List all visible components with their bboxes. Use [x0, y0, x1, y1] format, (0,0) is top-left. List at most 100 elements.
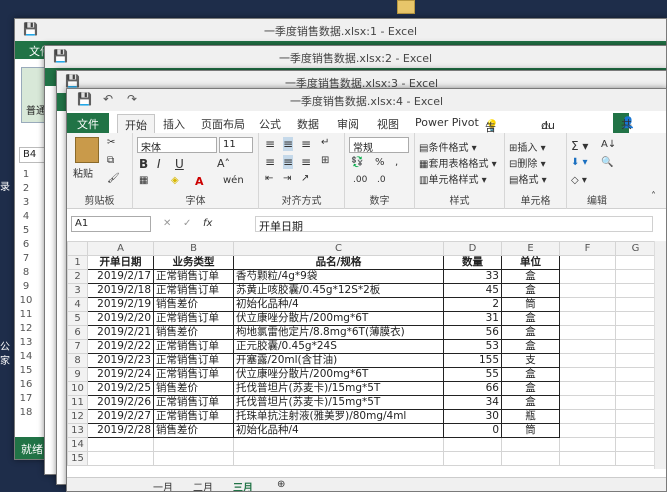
row-header[interactable]: 10	[68, 382, 88, 396]
cell[interactable]: 2019/2/22	[88, 340, 154, 354]
row-header[interactable]: 14	[68, 438, 88, 452]
cancel-icon[interactable]: ✕	[163, 218, 171, 229]
empty-cell[interactable]	[560, 340, 616, 354]
row-header[interactable]: 16	[15, 379, 37, 393]
format-as-table-button[interactable]: ▦套用表格格式 ▾	[419, 155, 497, 170]
column-header[interactable]: G	[616, 242, 656, 256]
cell[interactable]: 正常销售订单	[154, 396, 234, 410]
row-header[interactable]: 2	[15, 183, 37, 197]
cell[interactable]: 66	[444, 382, 502, 396]
cell[interactable]: 正常销售订单	[154, 312, 234, 326]
collapse-ribbon-icon[interactable]: ˄	[651, 191, 656, 202]
function-icon[interactable]: fx	[203, 218, 212, 229]
insert-cells-button[interactable]: ⊞插入 ▾	[509, 139, 546, 154]
font-size-select[interactable]: 11	[219, 137, 253, 153]
tab-file[interactable]: 文件	[67, 113, 109, 133]
folder-icon[interactable]	[397, 0, 415, 14]
tab-data[interactable]: 数据	[297, 116, 319, 132]
row-header[interactable]: 17	[15, 393, 37, 407]
row-header[interactable]: 11	[15, 309, 37, 323]
cell[interactable]: 瓶	[502, 410, 560, 424]
tab-page-layout[interactable]: 页面布局	[201, 116, 245, 132]
row-header[interactable]: 9	[15, 281, 37, 295]
empty-cell[interactable]	[154, 438, 234, 452]
worksheet-grid[interactable]: ABCDEFG 1开单日期业务类型品名/规格数量单位22019/2/17正常销售…	[67, 241, 661, 466]
empty-cell[interactable]	[560, 354, 616, 368]
column-header[interactable]: F	[560, 242, 616, 256]
empty-cell[interactable]	[616, 354, 656, 368]
header-cell[interactable]: 业务类型	[154, 256, 234, 270]
empty-cell[interactable]	[616, 424, 656, 438]
empty-cell[interactable]	[444, 438, 502, 452]
cell[interactable]: 筒	[502, 424, 560, 438]
row-header[interactable]: 10	[15, 295, 37, 309]
row-header[interactable]: 6	[68, 326, 88, 340]
cell[interactable]: 2019/2/27	[88, 410, 154, 424]
format-cells-button[interactable]: ▤格式 ▾	[509, 171, 547, 186]
cell[interactable]: 盒	[502, 396, 560, 410]
clear-icon[interactable]: ◇ ▾	[571, 175, 587, 186]
cell[interactable]: 45	[444, 284, 502, 298]
sort-filter-icon[interactable]: A↓	[601, 139, 616, 150]
cell[interactable]: 34	[444, 396, 502, 410]
paste-icon[interactable]	[75, 137, 99, 163]
name-box[interactable]: A1	[71, 216, 151, 232]
cell[interactable]: 31	[444, 312, 502, 326]
cell[interactable]: 盒	[502, 382, 560, 396]
tab-power-pivot[interactable]: Power Pivot	[415, 116, 479, 129]
column-header[interactable]: D	[444, 242, 502, 256]
cell[interactable]: 托伐普坦片(苏麦卡)/15mg*5T	[234, 382, 444, 396]
cell[interactable]: 伏立康唑分散片/200mg*6T	[234, 312, 444, 326]
align-left-icon[interactable]: ≡	[265, 155, 275, 169]
cell[interactable]: 正常销售订单	[154, 410, 234, 424]
sheet-tab-march[interactable]: 三月	[233, 479, 253, 492]
row-header[interactable]: 3	[15, 197, 37, 211]
row-header[interactable]: 12	[15, 323, 37, 337]
empty-cell[interactable]	[616, 312, 656, 326]
cell[interactable]: 2019/2/17	[88, 270, 154, 284]
empty-cell[interactable]	[444, 452, 502, 466]
empty-cell[interactable]	[560, 326, 616, 340]
empty-cell[interactable]	[616, 270, 656, 284]
cell[interactable]: 初始化品种/4	[234, 424, 444, 438]
cell[interactable]: 33	[444, 270, 502, 284]
comma-icon[interactable]: ,	[395, 157, 398, 168]
orientation-icon[interactable]: ↗	[301, 173, 309, 184]
cell[interactable]: 正常销售订单	[154, 284, 234, 298]
empty-cell[interactable]	[234, 438, 444, 452]
cell[interactable]: 正常销售订单	[154, 368, 234, 382]
font-grow-icon[interactable]: A˄	[217, 157, 230, 170]
header-cell[interactable]: 品名/规格	[234, 256, 444, 270]
cell[interactable]: 53	[444, 340, 502, 354]
empty-cell[interactable]	[234, 452, 444, 466]
indent-increase-icon[interactable]: ⇥	[283, 173, 291, 184]
row-header[interactable]: 6	[15, 239, 37, 253]
title-bar[interactable]: 💾 ↶ ↷ 一季度销售数据.xlsx:4 - Excel	[67, 89, 666, 111]
cell[interactable]: 2019/2/23	[88, 354, 154, 368]
cell[interactable]: 托珠单抗注射液(雅美罗)/80mg/4ml	[234, 410, 444, 424]
cut-icon[interactable]: ✂	[107, 137, 115, 148]
row-header[interactable]: 3	[68, 284, 88, 298]
empty-cell[interactable]	[502, 438, 560, 452]
row-header[interactable]: 18	[15, 407, 37, 421]
cell[interactable]: 2019/2/25	[88, 382, 154, 396]
empty-cell[interactable]	[560, 410, 616, 424]
cell[interactable]: 2019/2/19	[88, 298, 154, 312]
empty-cell[interactable]	[502, 452, 560, 466]
row-header[interactable]: 1	[68, 256, 88, 270]
tab-home[interactable]: 开始	[117, 114, 155, 133]
row-header[interactable]: 11	[68, 396, 88, 410]
header-cell[interactable]: 开单日期	[88, 256, 154, 270]
cell[interactable]: 香芍颗粒/4g*9袋	[234, 270, 444, 284]
empty-cell[interactable]	[616, 284, 656, 298]
row-header[interactable]: 15	[15, 365, 37, 379]
align-middle-icon[interactable]: ≡	[283, 137, 293, 151]
row-header[interactable]: 14	[15, 351, 37, 365]
cell[interactable]: 枸地氯雷他定片/8.8mg*6T(薄膜衣)	[234, 326, 444, 340]
empty-cell[interactable]	[616, 452, 656, 466]
cell[interactable]: 56	[444, 326, 502, 340]
fill-color-icon[interactable]: ◈	[171, 175, 179, 186]
currency-icon[interactable]: 💱	[351, 157, 363, 168]
empty-cell[interactable]	[88, 438, 154, 452]
cell[interactable]: 正常销售订单	[154, 270, 234, 284]
